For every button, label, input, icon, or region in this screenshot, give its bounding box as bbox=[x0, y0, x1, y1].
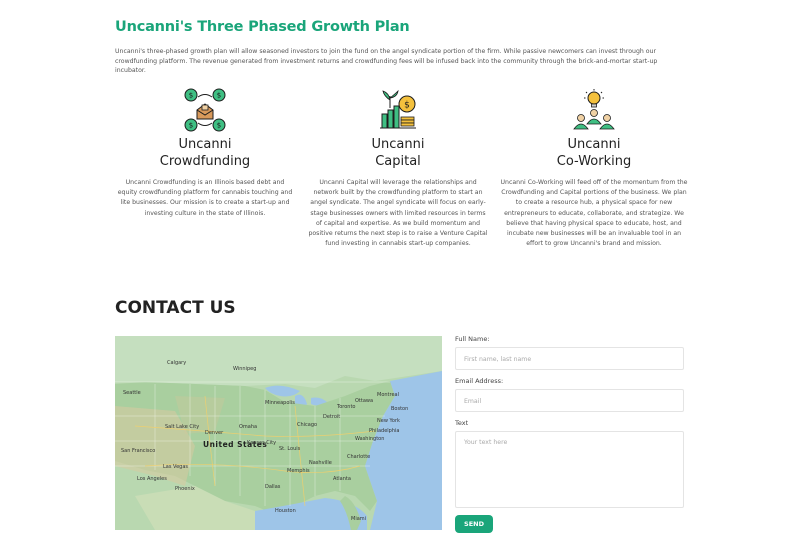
coworking-text: Uncanni Co-Working will feed off of the … bbox=[500, 179, 688, 248]
svg-text:$: $ bbox=[217, 92, 221, 100]
map-city-label: Phoenix bbox=[175, 486, 195, 492]
map-city-label: Memphis bbox=[287, 468, 310, 474]
capital-title: Uncanni Capital bbox=[300, 136, 496, 170]
map-city-label: Miami bbox=[351, 516, 367, 522]
capital-title-line2: Capital bbox=[375, 154, 421, 169]
map-city-label: Houston bbox=[275, 508, 296, 514]
map-city-label: Toronto bbox=[337, 404, 356, 410]
map-embed[interactable]: United States Chicago New York Denver La… bbox=[115, 336, 442, 530]
map-city-label: Ottawa bbox=[355, 398, 374, 404]
coworking-title: Uncanni Co-Working bbox=[496, 136, 692, 170]
crowdfunding-icon: $ $ $ $ bbox=[184, 88, 226, 132]
plan-title: Uncanni's Three Phased Growth Plan bbox=[115, 19, 410, 35]
text-label: Text bbox=[455, 419, 469, 427]
email-input[interactable]: Email bbox=[455, 389, 684, 412]
map-city-label: Atlanta bbox=[333, 476, 351, 482]
map-city-label: Los Angeles bbox=[137, 476, 167, 482]
crowdfunding-column: $ $ $ $ Uncanni Crowdfunding Uncanni Cro… bbox=[107, 88, 303, 219]
capital-growth-icon: $ bbox=[380, 89, 416, 129]
crowdfunding-text: Uncanni Crowdfunding is an Illinois base… bbox=[117, 179, 293, 217]
capital-title-line1: Uncanni bbox=[371, 137, 425, 152]
coworking-idea-icon bbox=[573, 89, 615, 130]
coworking-title-line1: Uncanni bbox=[567, 137, 621, 152]
map-city-label: Charlotte bbox=[347, 454, 371, 460]
map-city-label: Las Vegas bbox=[163, 464, 188, 470]
svg-text:$: $ bbox=[217, 122, 221, 130]
coworking-title-line2: Co-Working bbox=[556, 154, 632, 169]
capital-text: Uncanni Capital will leverage the relati… bbox=[308, 179, 488, 248]
map-city-label: Kansas City bbox=[247, 440, 277, 446]
crowdfunding-title-line1: Uncanni bbox=[178, 137, 232, 152]
full-name-label: Full Name: bbox=[455, 335, 490, 343]
map-city-label: Detroit bbox=[323, 414, 341, 420]
map-city-label: New York bbox=[377, 418, 400, 424]
map-city-label: Chicago bbox=[297, 422, 318, 428]
coworking-column: Uncanni Co-Working Uncanni Co-Working wi… bbox=[496, 88, 692, 249]
map-city-label: Salt Lake City bbox=[165, 424, 200, 430]
map-city-label: Philadelphia bbox=[369, 428, 400, 434]
full-name-input[interactable]: First name, last name bbox=[455, 347, 684, 370]
email-label: Email Address: bbox=[455, 377, 504, 385]
map-city-label: Winnipeg bbox=[233, 366, 257, 372]
svg-text:$: $ bbox=[189, 92, 193, 100]
crowdfunding-title: Uncanni Crowdfunding bbox=[107, 136, 303, 170]
map-city-label: San Francisco bbox=[121, 448, 156, 454]
svg-text:$: $ bbox=[189, 122, 193, 130]
crowdfunding-title-line2: Crowdfunding bbox=[159, 154, 251, 169]
plan-intro: Uncanni's three-phased growth plan will … bbox=[115, 48, 658, 75]
message-textarea[interactable]: Your text here bbox=[455, 431, 684, 508]
map-city-label: Seattle bbox=[123, 390, 141, 396]
map-city-label: Boston bbox=[391, 406, 409, 412]
capital-column: $ Uncanni Capital Uncanni Capital will l… bbox=[300, 88, 496, 249]
map-city-label: Minneapolis bbox=[265, 400, 295, 406]
map-city-label: Washington bbox=[355, 436, 385, 442]
map-city-label: Omaha bbox=[239, 424, 258, 430]
map-city-label: Denver bbox=[205, 430, 224, 436]
contact-title: CONTACT US bbox=[115, 298, 236, 318]
send-button[interactable]: SEND bbox=[455, 515, 493, 533]
map-city-label: Nashville bbox=[309, 460, 332, 466]
map-city-label: St. Louis bbox=[279, 446, 301, 452]
map-city-label: Calgary bbox=[167, 360, 187, 366]
map-city-label: Dallas bbox=[265, 484, 281, 490]
map-city-label: Montreal bbox=[377, 392, 399, 398]
svg-text:$: $ bbox=[404, 101, 410, 111]
